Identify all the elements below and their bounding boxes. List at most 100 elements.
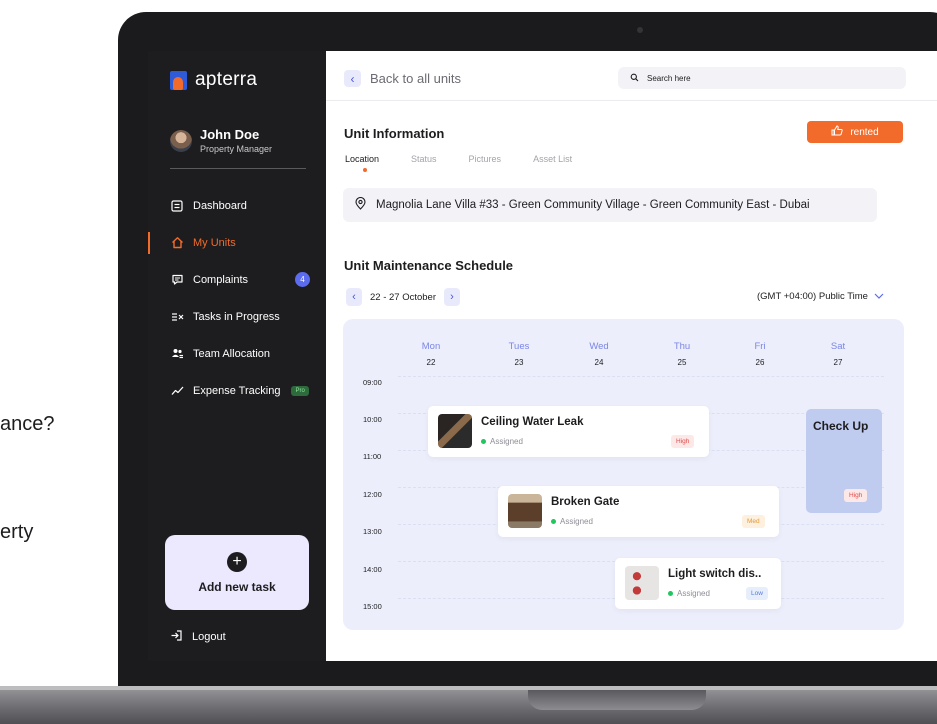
day-number: 24 (594, 358, 604, 367)
time-label: 13:00 (363, 527, 382, 536)
sidebar-item-dashboard[interactable]: Dashboard (148, 187, 326, 224)
event-thumbnail (508, 494, 542, 528)
search-input[interactable] (647, 73, 877, 83)
event-card-light-switch[interactable]: Light switch dis.. Assigned Low (615, 558, 781, 609)
search-bar[interactable] (618, 67, 906, 89)
maintenance-schedule-title: Unit Maintenance Schedule (344, 258, 514, 273)
event-status-label: Assigned (490, 437, 523, 446)
time-label: 14:00 (363, 565, 382, 574)
time-label: 11:00 (363, 452, 382, 461)
brand-name: apterra (195, 69, 258, 90)
complaints-count-badge: 4 (295, 272, 310, 287)
sidebar-divider (170, 168, 306, 169)
time-label: 09:00 (363, 378, 382, 387)
sidebar-item-expense-tracking[interactable]: Expense Tracking Pro (148, 372, 326, 409)
search-icon (630, 73, 639, 84)
unit-tabs: Location Status Pictures Asset List (345, 154, 604, 172)
brand-logo[interactable]: apterra (170, 69, 257, 91)
user-profile[interactable]: John Doe Property Manager (170, 127, 272, 154)
priority-badge: Low (746, 587, 768, 600)
event-title: Check Up (813, 419, 869, 433)
sidebar-item-label: My Units (193, 236, 236, 249)
event-title: Ceiling Water Leak (481, 416, 584, 428)
team-icon (170, 347, 184, 361)
sidebar-item-label: Expense Tracking (193, 384, 281, 397)
logout-button[interactable]: Logout (170, 629, 226, 645)
status-dot-icon (668, 591, 673, 596)
top-bar: ‹ Back to all units (326, 51, 937, 101)
thumbs-up-icon (831, 125, 843, 139)
priority-badge: Med (742, 515, 765, 528)
day-header-sat[interactable]: Sat 27 (813, 341, 863, 367)
sidebar-item-complaints[interactable]: Complaints 4 (148, 261, 326, 298)
chevron-right-icon[interactable]: › (444, 288, 461, 306)
chevron-left-icon[interactable]: ‹ (344, 70, 361, 87)
laptop-base-edge (0, 686, 937, 690)
logout-label: Logout (192, 631, 226, 643)
home-icon (170, 236, 184, 250)
day-number: 23 (514, 358, 524, 367)
event-status: Assigned (551, 517, 593, 526)
sidebar-item-label: Tasks in Progress (193, 310, 280, 323)
day-number: 26 (755, 358, 765, 367)
day-name: Fri (754, 341, 766, 352)
camera-icon (637, 27, 643, 33)
add-task-label: Add new task (198, 579, 276, 594)
trend-icon (170, 384, 184, 398)
day-header-wed[interactable]: Wed 24 (574, 341, 624, 367)
event-card-check-up[interactable]: Check Up High (806, 409, 882, 513)
logout-icon (170, 629, 183, 645)
app-screen: apterra John Doe Property Manager Dashbo… (148, 51, 937, 661)
add-new-task-button[interactable]: + Add new task (165, 535, 309, 610)
event-card-ceiling-water-leak[interactable]: Ceiling Water Leak Assigned High (428, 406, 709, 457)
day-header-mon[interactable]: Mon 22 (406, 341, 456, 367)
week-navigator: ‹ 22 - 27 October › (346, 288, 461, 306)
timezone-select[interactable]: (GMT +04:00) Public Time (757, 291, 884, 302)
day-name: Wed (589, 341, 609, 352)
tab-pictures[interactable]: Pictures (469, 154, 502, 164)
laptop-notch (528, 690, 706, 710)
pro-badge: Pro (291, 385, 309, 396)
address-field: Magnolia Lane Villa #33 - Green Communit… (343, 188, 877, 222)
chevron-down-icon (874, 291, 884, 302)
user-name: John Doe (200, 127, 260, 142)
sidebar-item-team-allocation[interactable]: Team Allocation (148, 335, 326, 372)
day-number: 25 (677, 358, 687, 367)
grid-line (398, 376, 884, 377)
tab-asset-list[interactable]: Asset List (533, 154, 572, 164)
marketing-stage: ance? erty apterra John Doe Property Man… (0, 0, 937, 724)
event-status: Assigned (668, 589, 710, 598)
event-title: Broken Gate (551, 496, 620, 508)
event-thumbnail (438, 414, 472, 448)
timezone-label: (GMT +04:00) Public Time (757, 291, 868, 302)
dashboard-icon (170, 199, 184, 213)
chevron-left-icon[interactable]: ‹ (346, 288, 362, 306)
time-label: 12:00 (363, 490, 382, 499)
tab-location[interactable]: Location (345, 154, 379, 172)
location-pin-icon (355, 196, 366, 213)
sidebar-item-my-units[interactable]: My Units (148, 224, 326, 261)
event-card-broken-gate[interactable]: Broken Gate Assigned Med (498, 486, 779, 537)
event-status-label: Assigned (560, 517, 593, 526)
status-dot-icon (551, 519, 556, 524)
event-status-label: Assigned (677, 589, 710, 598)
day-number: 27 (833, 358, 843, 367)
avatar (170, 129, 192, 152)
day-header-thu[interactable]: Thu 25 (657, 341, 707, 367)
time-label: 15:00 (363, 602, 382, 611)
back-to-all-units-link[interactable]: Back to all units (370, 71, 461, 86)
day-name: Thu (673, 341, 691, 352)
sidebar-item-tasks-in-progress[interactable]: Tasks in Progress (148, 298, 326, 335)
cropped-heading-line: erty (0, 521, 34, 543)
apterra-logo-icon (170, 70, 187, 90)
sidebar-item-label: Team Allocation (193, 347, 271, 360)
rented-status-button[interactable]: rented (807, 121, 903, 143)
plus-icon: + (227, 551, 247, 572)
chat-icon (170, 273, 184, 287)
sidebar: apterra John Doe Property Manager Dashbo… (148, 51, 326, 661)
status-dot-icon (481, 439, 486, 444)
address-text: Magnolia Lane Villa #33 - Green Communit… (376, 199, 810, 211)
tab-status[interactable]: Status (411, 154, 437, 164)
day-header-fri[interactable]: Fri 26 (735, 341, 785, 367)
day-header-tue[interactable]: Tues 23 (494, 341, 544, 367)
